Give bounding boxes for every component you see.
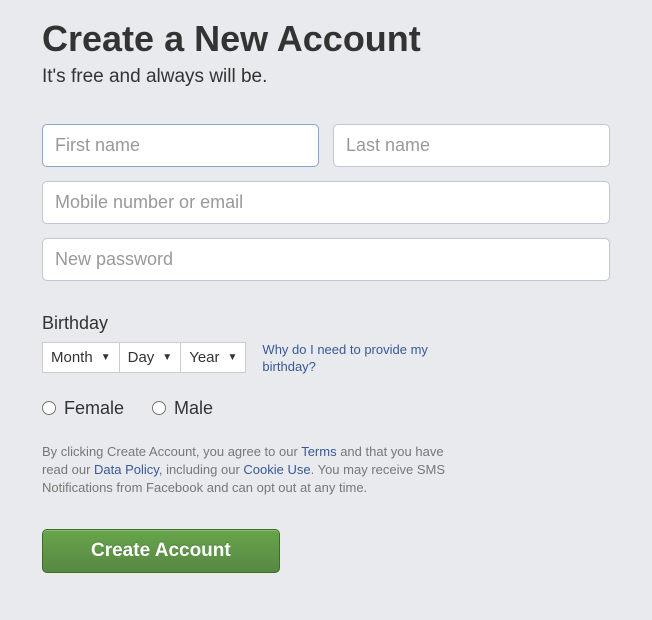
male-label[interactable]: Male [174,398,213,419]
day-select[interactable]: Day ▼ [120,342,182,373]
cookie-use-link[interactable]: Cookie Use [243,462,310,477]
day-select-value: Day [128,349,155,366]
chevron-down-icon: ▼ [228,352,238,363]
chevron-down-icon: ▼ [101,352,111,363]
month-select[interactable]: Month ▼ [42,342,120,373]
birthday-label: Birthday [42,313,610,334]
contact-input[interactable] [42,181,610,224]
female-radio[interactable] [42,401,56,415]
birthday-why-link[interactable]: Why do I need to provide my birthday? [262,342,442,376]
disclaimer-text: By clicking Create Account, you agree to… [42,443,452,498]
data-policy-link[interactable]: Data Policy [94,462,159,477]
create-account-button[interactable]: Create Account [42,529,280,573]
page-title: Create a New Account [42,18,610,60]
male-radio[interactable] [152,401,166,415]
month-select-value: Month [51,349,93,366]
year-select[interactable]: Year ▼ [181,342,246,373]
year-select-value: Year [189,349,219,366]
chevron-down-icon: ▼ [162,352,172,363]
first-name-input[interactable] [42,124,319,167]
page-subtitle: It's free and always will be. [42,66,610,88]
password-input[interactable] [42,238,610,281]
female-label[interactable]: Female [64,398,124,419]
terms-link[interactable]: Terms [301,444,336,459]
last-name-input[interactable] [333,124,610,167]
